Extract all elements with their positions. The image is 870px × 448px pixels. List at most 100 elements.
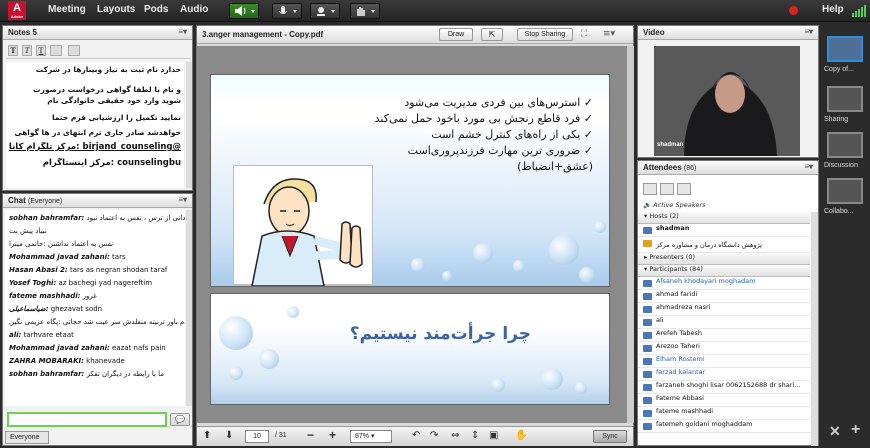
chat-message: Yosef Toghi: az bachegi yad nagereftim (5, 277, 185, 290)
water-drop (594, 221, 606, 233)
attendee-row[interactable]: Fateme Abbasi (638, 394, 810, 407)
attendee-row[interactable]: fateme mashhadi (638, 407, 810, 420)
send-message-icon[interactable]: 💬 (170, 413, 190, 426)
water-drop (259, 349, 279, 369)
pod-menu-icon[interactable]: ≡▾ (178, 27, 187, 36)
notes-scrollbar[interactable] (186, 62, 192, 188)
water-drop (442, 271, 452, 281)
notes-line: و نام با لطفا گواهی درخواست درصورت (33, 85, 181, 94)
zoom-out-icon[interactable]: − (307, 428, 314, 442)
fit-width-icon[interactable]: ⇔ (451, 430, 459, 441)
pointer-icon[interactable]: ⇱ (481, 28, 503, 41)
attendee-row[interactable]: Elham Rostemi (638, 355, 810, 368)
notes-content[interactable]: حدارد نام ثبت به نیاز وبینارها در شرکت و… (6, 62, 184, 188)
notes-line: خواهدشد صادر جاری ترم انتهای در ها گواهی (14, 128, 181, 137)
notes-title: Notes 5 (8, 28, 37, 37)
sort-icon[interactable] (677, 183, 691, 195)
presenters-group[interactable]: ▸ Presenters (0) (638, 253, 810, 265)
bold-icon[interactable]: T (8, 45, 18, 56)
chat-header: Chat (Everyone) ≡▾ (3, 194, 192, 208)
draw-button[interactable]: Draw (439, 28, 473, 41)
grid-view-icon[interactable] (660, 183, 674, 195)
attendee-row[interactable]: farzaneh shoghi lisar 0062152688 dr shar… (638, 381, 810, 394)
hosts-group[interactable]: ▾ Hosts (2) (638, 212, 810, 224)
chat-message: نبیاد پیش بت (5, 225, 185, 238)
slide-bullets: ✓ استرس‌های بین فردی مدیریت می‌شود ✓ فرد… (331, 95, 593, 175)
fullscreen-icon[interactable]: ⛶ (581, 29, 587, 39)
attendee-row[interactable]: shadman (638, 224, 810, 237)
attendee-row[interactable]: farzad kalantar (638, 368, 810, 381)
chat-text: khanevade (86, 357, 125, 365)
next-page-icon[interactable]: ⬇ (225, 430, 233, 441)
slide-bullet: ✓ فرد قاطع رنجش بی مورد باخود حمل نمی‌کن… (374, 112, 593, 125)
attendee-row[interactable]: ahmadreza nasri (638, 303, 810, 316)
font-size-icon[interactable] (50, 45, 62, 56)
chat-sender: Yosef Toghi: (9, 279, 57, 287)
host-icon (643, 227, 652, 234)
webcam-button[interactable] (310, 3, 340, 19)
layout-label: Copy of... (824, 66, 854, 73)
attendee-name: ahmadreza nasri (656, 303, 711, 311)
attendee-name: farzaneh shoghi lisar 0062152688 dr shar… (656, 381, 801, 389)
previous-page-icon[interactable]: ⬆ (203, 430, 211, 441)
attendees-list: ▾ Hosts (2) shadman پژوهش دانشگاه درمان … (638, 212, 810, 446)
document-scrollbar[interactable] (627, 46, 634, 423)
layout-collaboration[interactable]: Collabo... (824, 178, 866, 215)
chat-scope: (Everyone) (28, 198, 63, 205)
attendee-row[interactable]: Arezoo Taheri (638, 342, 810, 355)
attendee-row[interactable]: fatemeh goldani moghaddam (638, 420, 810, 433)
chat-input[interactable] (7, 412, 167, 427)
list-icon[interactable] (68, 45, 80, 56)
chat-recipient-tab[interactable]: Everyone (5, 431, 49, 444)
attendee-row[interactable]: Arefeh Tabesh (638, 329, 810, 342)
attendee-row[interactable]: ahmad faridi (638, 290, 810, 303)
list-view-icon[interactable] (643, 183, 657, 195)
layout-sharing[interactable]: Sharing (824, 86, 866, 123)
speaker-icon (235, 6, 255, 16)
menu-pods[interactable]: Pods (144, 4, 168, 15)
attendee-row[interactable]: ali (638, 316, 810, 329)
recording-indicator-icon[interactable] (789, 6, 798, 15)
layout-copy-of[interactable]: Copy of... (824, 36, 866, 73)
fit-page-icon[interactable]: ⇕ (471, 430, 479, 441)
stop-sharing-button[interactable]: Stop Sharing (517, 28, 573, 41)
hand-tool-icon[interactable]: ✋ (515, 430, 527, 441)
attendee-row[interactable]: پژوهش دانشگاه درمان و مشاوره مرکز (638, 237, 810, 253)
chat-message: ضیاسماعیلی: ghezavat sodn (5, 303, 185, 316)
pod-menu-icon[interactable]: ≡▾ (804, 162, 813, 171)
layout-settings-icon[interactable]: ✕ (829, 423, 841, 440)
chat-messages: sobhan bahramfar: جیغ که شیادانی از ترس … (5, 210, 185, 406)
speaker-button[interactable] (229, 3, 259, 19)
slide-title: چرا جرأت‌مند نیستیم؟ (349, 324, 531, 344)
underline-icon[interactable]: T (36, 45, 46, 56)
chat-scrollbar[interactable] (186, 210, 192, 406)
participants-group[interactable]: ▾ Participants (84) (638, 265, 810, 277)
chat-text: tars (112, 253, 126, 261)
attendee-row[interactable]: Afsaneh khodayari moghadam (638, 277, 810, 290)
page-number-input[interactable]: 10 (245, 430, 269, 443)
layout-discussion[interactable]: Discussion (824, 132, 866, 169)
pan-icon[interactable]: ▣ (489, 430, 498, 441)
menu-layouts[interactable]: Layouts (97, 4, 135, 15)
pod-menu-icon[interactable]: ≡▾ (603, 29, 615, 39)
sync-button[interactable]: Sync (593, 430, 627, 443)
zoom-select[interactable]: 87% ▾ (350, 430, 392, 443)
pod-menu-icon[interactable]: ≡▾ (178, 195, 187, 204)
document-viewport: ✓ استرس‌های بین فردی مدیریت می‌شود ✓ فرد… (197, 46, 627, 423)
rotate-right-icon[interactable]: ↷ (430, 430, 438, 441)
attendees-scrollbar[interactable] (811, 212, 818, 446)
menu-audio[interactable]: Audio (180, 4, 208, 15)
microphone-button[interactable] (272, 3, 302, 19)
rotate-left-icon[interactable]: ↶ (412, 430, 420, 441)
menu-help[interactable]: Help (822, 4, 844, 15)
pod-menu-icon[interactable]: ≡▾ (804, 27, 813, 36)
menu-meeting[interactable]: Meeting (48, 4, 86, 15)
attendees-title: Attendees (643, 163, 682, 172)
italic-icon[interactable]: T (22, 45, 32, 56)
zoom-in-icon[interactable]: + (329, 428, 336, 442)
layout-thumbnail-icon (827, 178, 863, 204)
stop-gesture-illustration (233, 165, 373, 286)
raise-hand-button[interactable] (350, 3, 380, 19)
add-layout-icon[interactable]: + (851, 421, 860, 439)
chat-text: ما با رابطه در دیگران تفکر (86, 370, 165, 378)
